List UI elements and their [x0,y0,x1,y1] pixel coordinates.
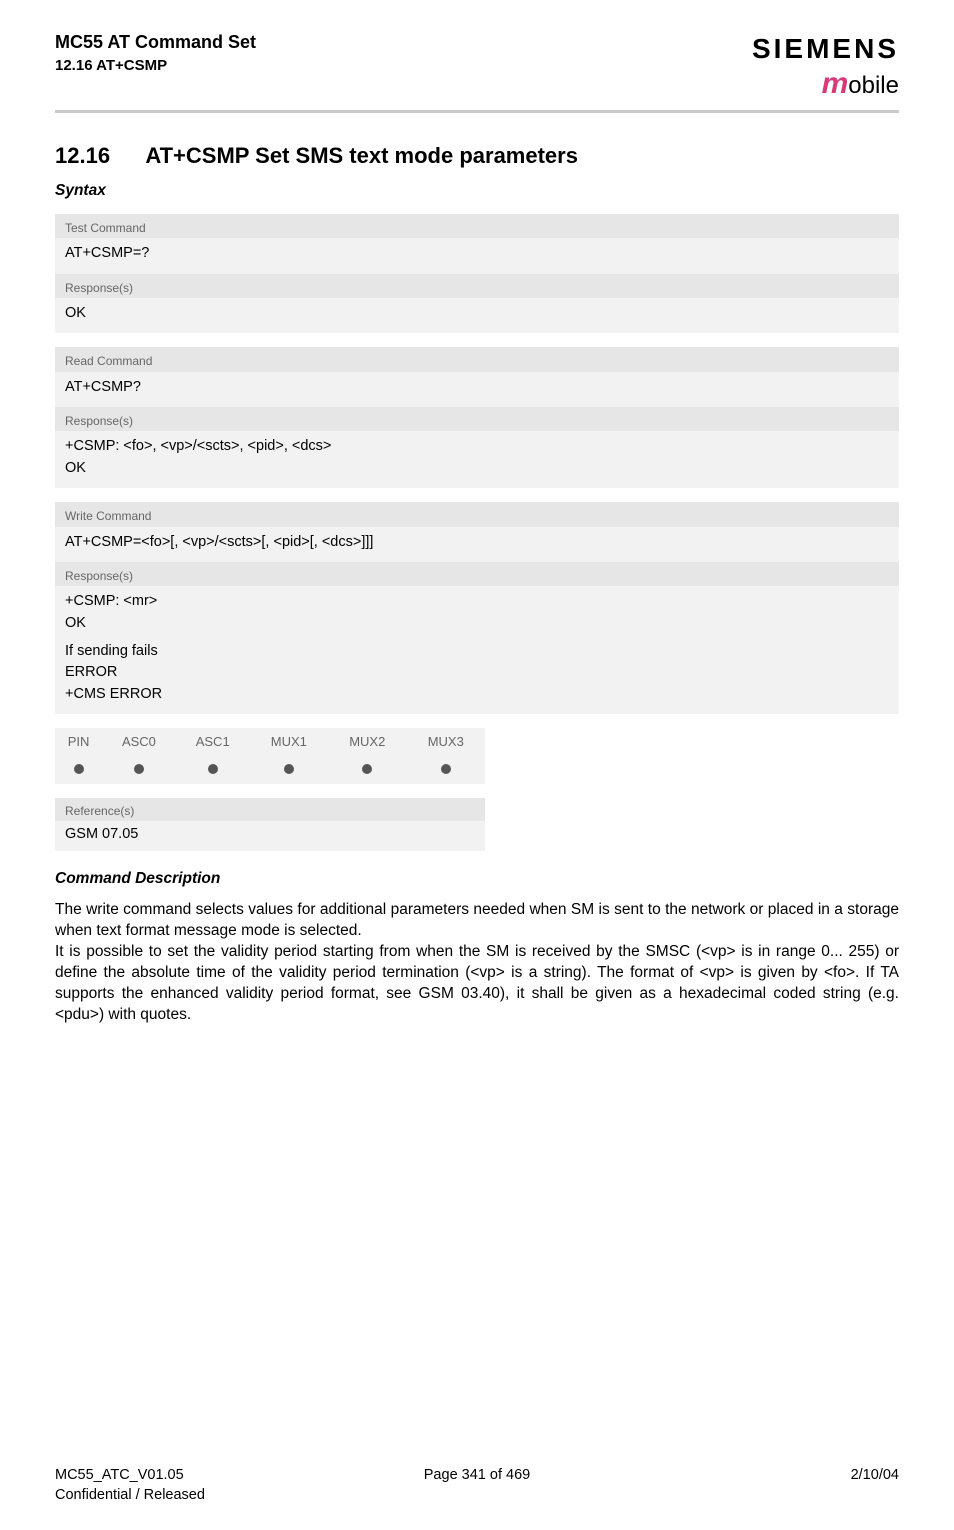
brand-rest: obile [848,72,899,99]
dot-icon [74,764,84,774]
brand-block: SIEMENS mobile [752,30,899,104]
read-response-body: +CSMP: <fo>, <vp>/<scts>, <pid>, <dcs> O… [55,431,899,488]
footer-doc-id: MC55_ATC_V01.05 [55,1466,336,1486]
page-footer: MC55_ATC_V01.05 Confidential / Released … [55,1465,899,1505]
dot-icon [284,764,294,774]
support-header-row: PIN ASC0 ASC1 MUX1 MUX2 MUX3 [55,728,485,756]
support-dot-mux2 [328,756,406,784]
write-response-header: Response(s) [55,562,899,586]
footer-page-number: Page 341 of 469 [336,1466,617,1505]
read-command-block: Read Command AT+CSMP? Response(s) +CSMP:… [55,347,899,488]
write-response-body: +CSMP: <mr> OK If sending fails ERROR +C… [55,586,899,714]
support-dot-mux3 [407,756,486,784]
write-fail-line1: ERROR [65,663,889,683]
support-col-mux2: MUX2 [328,728,406,756]
support-col-pin: PIN [55,728,102,756]
doc-subtitle: 12.16 AT+CSMP [55,56,256,76]
page-header: MC55 AT Command Set 12.16 AT+CSMP SIEMEN… [55,30,899,104]
description-p1: The write command selects values for add… [55,900,899,942]
dot-icon [441,764,451,774]
write-command-block: Write Command AT+CSMP=<fo>[, <vp>/<scts>… [55,502,899,714]
support-dot-mux1 [250,756,328,784]
brand-sub: mobile [752,64,899,105]
support-col-mux1: MUX1 [250,728,328,756]
reference-header: Reference(s) [55,798,485,821]
header-rule [55,110,899,113]
reference-body: GSM 07.05 [55,821,485,851]
read-command-body: AT+CSMP? [55,372,899,408]
read-command-line: AT+CSMP? [65,378,889,398]
write-command-body: AT+CSMP=<fo>[, <vp>/<scts>[, <pid>[, <dc… [55,527,899,563]
description-heading: Command Description [55,869,899,890]
reference-block: Reference(s) GSM 07.05 [55,798,485,851]
section-title: 12.16 AT+CSMP Set SMS text mode paramete… [55,141,899,171]
test-response-line: OK [65,304,889,324]
doc-title: MC55 AT Command Set [55,30,256,54]
test-command-line: AT+CSMP=? [65,244,889,264]
footer-confidentiality: Confidential / Released [55,1486,336,1506]
header-left: MC55 AT Command Set 12.16 AT+CSMP [55,30,256,77]
brand-main: SIEMENS [752,30,899,68]
support-col-asc1: ASC1 [176,728,250,756]
dot-icon [208,764,218,774]
test-command-body: AT+CSMP=? [55,238,899,274]
brand-m: m [822,67,849,100]
support-dot-pin [55,756,102,784]
test-response-body: OK [55,298,899,334]
read-command-header: Read Command [55,347,899,371]
write-command-header: Write Command [55,502,899,526]
test-response-header: Response(s) [55,274,899,298]
section-name: AT+CSMP Set SMS text mode parameters [145,143,578,168]
support-dot-asc1 [176,756,250,784]
write-response-line1: +CSMP: <mr> [65,592,889,612]
support-table: PIN ASC0 ASC1 MUX1 MUX2 MUX3 [55,728,485,784]
test-command-block: Test Command AT+CSMP=? Response(s) OK [55,214,899,334]
write-command-line: AT+CSMP=<fo>[, <vp>/<scts>[, <pid>[, <dc… [65,533,889,553]
write-fail-line2: +CMS ERROR [65,685,889,705]
read-response-header: Response(s) [55,407,899,431]
read-response-line1: +CSMP: <fo>, <vp>/<scts>, <pid>, <dcs> [65,437,889,457]
description-p2: It is possible to set the validity perio… [55,942,899,1026]
support-col-asc0: ASC0 [102,728,176,756]
support-dots-row [55,756,485,784]
section-number: 12.16 [55,143,110,168]
dot-icon [134,764,144,774]
dot-icon [362,764,372,774]
footer-date: 2/10/04 [618,1466,899,1505]
read-response-line2: OK [65,459,889,479]
support-dot-asc0 [102,756,176,784]
syntax-heading: Syntax [55,181,899,202]
write-fail-label: If sending fails [65,642,889,662]
test-command-header: Test Command [55,214,899,238]
footer-left: MC55_ATC_V01.05 Confidential / Released [55,1466,336,1505]
support-col-mux3: MUX3 [407,728,486,756]
write-response-line2: OK [65,614,889,634]
